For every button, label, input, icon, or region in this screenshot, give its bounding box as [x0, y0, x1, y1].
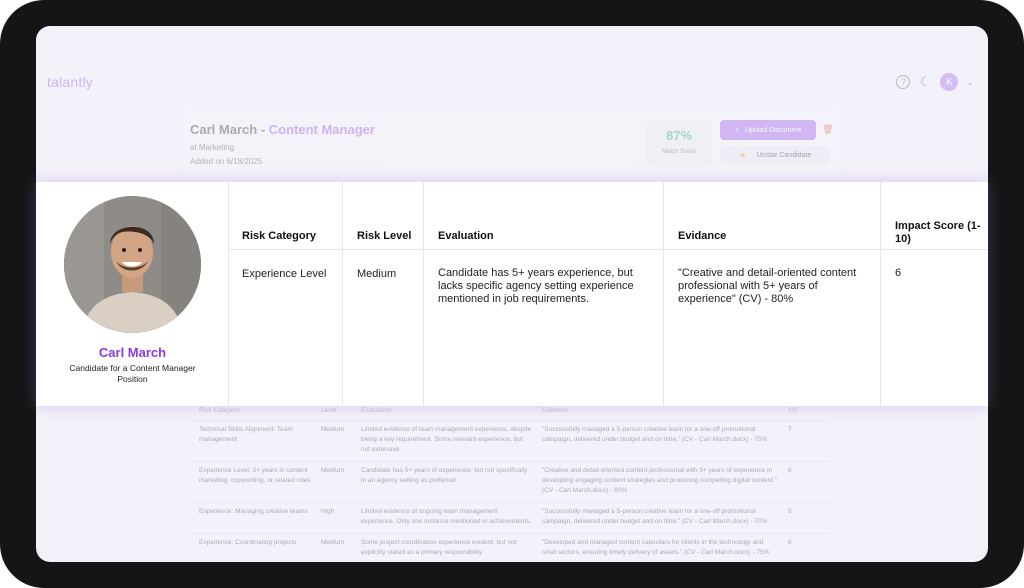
evaluation-cell: Limited evidence of ongoing team managem… — [361, 508, 532, 525]
unstar-candidate-button[interactable]: ★ Unstar Candidate — [720, 146, 830, 164]
risk-level-cell: Medium — [321, 467, 345, 474]
risk-category-cell: Experience: Coordinating projects — [199, 539, 297, 546]
impact-score-cell: 8 — [788, 508, 792, 515]
table-row: Technical Skills Alignment: Team managem… — [190, 421, 830, 462]
column-header: 10) — [788, 407, 798, 414]
column-header: Evaluation — [361, 407, 392, 414]
evidence-cell: "Successfully managed a 5-person creativ… — [542, 508, 768, 525]
impact-score-cell: 6 — [788, 467, 792, 474]
header-risk-category: Risk Category — [242, 230, 316, 242]
cell-risk-category: Experience Level — [242, 268, 327, 280]
candidate-added-date: Added on 6/18/2025 — [190, 157, 263, 166]
user-avatar[interactable]: K — [940, 73, 959, 91]
column-header: Level — [321, 407, 337, 414]
help-icon[interactable]: ? — [896, 75, 911, 89]
table-row: Experience Level: 3+ years in content ma… — [190, 462, 830, 503]
match-score-box: 87% Match Score — [646, 120, 712, 166]
header-impact-score: Impact Score (1-10) — [895, 220, 981, 245]
risk-assessment-table: Risk Category Risk Level Evaluation Evid… — [229, 182, 988, 406]
evaluation-cell: Candidate has 5+ years of experience, bu… — [361, 467, 528, 484]
star-icon: ★ — [738, 149, 747, 160]
cell-evaluation: Candidate has 5+ years experience, but l… — [438, 267, 634, 305]
candidate-name: Carl March — [190, 122, 258, 137]
candidate-role: Content Manager — [268, 122, 375, 137]
evidence-cell: "Creative and detail-oriented content pr… — [542, 467, 778, 494]
match-score-value: 87% — [665, 128, 693, 143]
profile-role: Candidate for a Content Manager Position — [69, 363, 196, 384]
trash-icon[interactable]: 🗑 — [822, 124, 833, 135]
column-header: Risk Category — [199, 407, 240, 414]
top-bar: talantly ? ☾ K ⌄ — [36, 26, 988, 102]
profile-name: Carl March — [98, 345, 167, 360]
evidence-cell: "Developed and managed content calendars… — [542, 539, 770, 556]
title-separator: - — [257, 122, 269, 137]
candidate-profile-card: Carl March Candidate for a Content Manag… — [36, 182, 229, 406]
risk-level-cell: High — [321, 508, 335, 515]
column-risk-category — [229, 182, 343, 406]
header-evidence: Evidance — [678, 230, 727, 242]
header-evaluation: Evaluation — [438, 230, 494, 242]
header-divider — [229, 249, 988, 250]
evidence-cell: "Successfully managed a 5-person creativ… — [542, 426, 768, 443]
table-row: Experience: Managing creative teams High… — [190, 503, 830, 534]
cell-risk-level: Medium — [357, 268, 397, 280]
risk-category-cell: Experience: Managing creative teams — [199, 508, 308, 515]
candidate-title: Carl March - Content Manager — [190, 122, 375, 137]
chevron-down-icon[interactable]: ⌄ — [966, 77, 974, 88]
background-risk-table: Risk Category Level Evaluation Evidence … — [190, 402, 830, 562]
match-score-label: Match Score — [662, 149, 696, 155]
candidate-header-card: Carl March - Content Manager at Marketin… — [180, 110, 844, 182]
candidate-photo — [64, 196, 201, 333]
column-risk-level — [343, 182, 424, 406]
app-logo[interactable]: talantly — [47, 74, 93, 90]
impact-score-cell: 6 — [788, 539, 792, 546]
evaluation-cell: Limited evidence of team management expe… — [361, 426, 532, 453]
unstar-candidate-label: Unstar Candidate — [756, 151, 812, 159]
top-icons: ? ☾ K ⌄ — [896, 73, 974, 91]
cell-evidence: "Creative and detail-oriented content pr… — [678, 267, 857, 305]
candidate-photo-illustration — [64, 196, 201, 333]
dark-mode-icon[interactable]: ☾ — [918, 75, 932, 89]
risk-category-cell: Experience Level: 3+ years in content ma… — [199, 467, 311, 484]
column-header: Evidence — [542, 407, 569, 414]
risk-level-cell: Medium — [321, 539, 345, 546]
risk-category-cell: Technical Skills Alignment: Team managem… — [199, 426, 293, 443]
impact-score-cell: 7 — [788, 426, 792, 433]
cell-impact-score: 6 — [895, 267, 902, 279]
candidate-department: at Marketing — [190, 143, 235, 152]
header-risk-level: Risk Level — [357, 230, 412, 242]
upload-document-button[interactable]: + Upload Document — [720, 120, 816, 140]
risk-detail-overlay: Carl March Candidate for a Content Manag… — [36, 182, 988, 406]
table-row: Experience: Coordinating projects Medium… — [190, 534, 830, 562]
evaluation-cell: Some project coordination experience evi… — [361, 539, 517, 556]
plus-icon: + — [734, 126, 740, 134]
upload-document-label: Upload Document — [745, 126, 802, 134]
risk-level-cell: Medium — [321, 426, 345, 433]
